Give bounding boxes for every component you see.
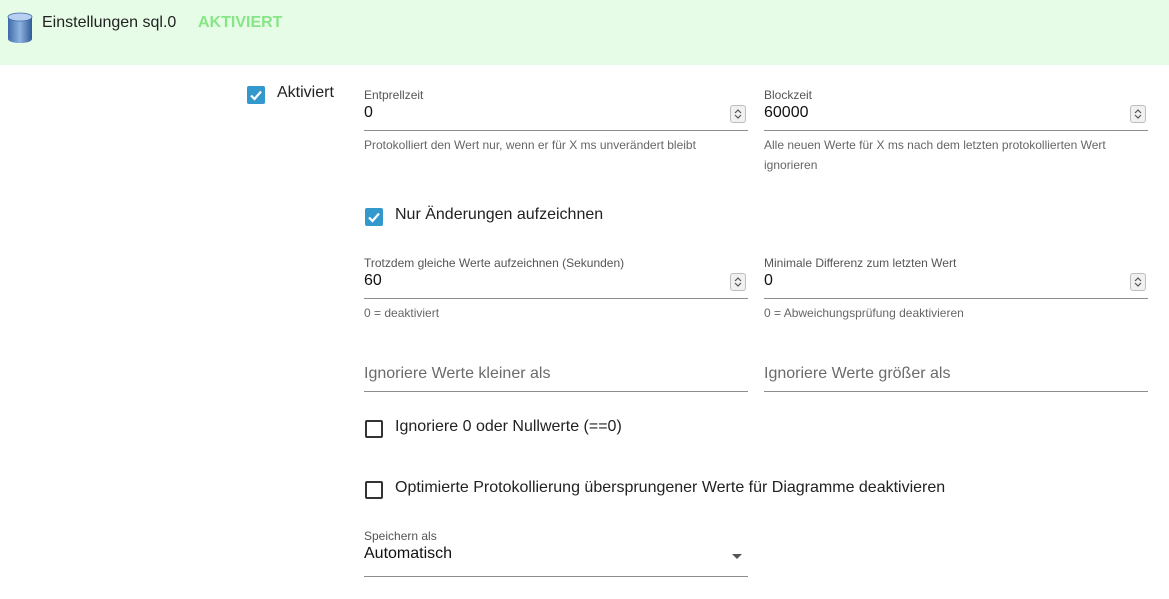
- same-values-input[interactable]: 60: [364, 272, 382, 290]
- enabled-checkbox[interactable]: [247, 86, 265, 104]
- spinner-arrows-icon: [734, 109, 742, 119]
- ignore-zero-label: Ignoriere 0 oder Nullwerte (==0): [395, 418, 622, 435]
- min-diff-spinner[interactable]: [1130, 273, 1146, 291]
- changes-only-label: Nur Änderungen aufzeichnen: [395, 206, 604, 223]
- ignore-zero-checkbox[interactable]: [365, 420, 383, 438]
- spinner-arrows-icon: [734, 277, 742, 287]
- blocktime-spinner[interactable]: [1130, 105, 1146, 123]
- dropdown-arrow-icon: [732, 554, 742, 559]
- same-values-underline: [364, 298, 748, 299]
- debounce-helper: Protokolliert den Wert nur, wenn er für …: [364, 138, 696, 152]
- min-diff-input[interactable]: 0: [764, 272, 773, 290]
- min-diff-label: Minimale Differenz zum letzten Wert: [764, 256, 957, 270]
- ignore-below-underline: [364, 391, 748, 392]
- debounce-underline: [364, 130, 748, 131]
- spinner-arrows-icon: [1134, 277, 1142, 287]
- settings-header: Einstellungen sql.0 AKTIVIERT: [0, 0, 1169, 65]
- blocktime-underline: [764, 130, 1148, 131]
- disable-optimized-label: Optimierte Protokollierung übersprungene…: [395, 479, 946, 496]
- same-values-spinner[interactable]: [730, 273, 746, 291]
- debounce-label: Entprellzeit: [364, 88, 424, 102]
- store-as-label: Speichern als: [364, 529, 437, 543]
- status-badge: AKTIVIERT: [198, 14, 283, 31]
- blocktime-input[interactable]: 60000: [764, 104, 809, 122]
- blocktime-helper: Alle neuen Werte für X ms nach dem letzt…: [764, 138, 1106, 172]
- ignore-above-placeholder: Ignoriere Werte größer als: [764, 365, 951, 382]
- checkmark-icon: [250, 90, 262, 101]
- min-diff-helper: 0 = Abweichungsprüfung deaktivieren: [764, 306, 964, 320]
- blocktime-label: Blockzeit: [764, 88, 813, 102]
- debounce-input[interactable]: 0: [364, 104, 373, 122]
- ignore-above-underline: [764, 391, 1148, 392]
- ignore-below-placeholder: Ignoriere Werte kleiner als: [364, 365, 551, 382]
- debounce-spinner[interactable]: [730, 105, 746, 123]
- disable-optimized-checkbox[interactable]: [365, 481, 383, 499]
- same-values-helper: 0 = deaktiviert: [364, 306, 440, 320]
- store-as-value: Automatisch: [364, 545, 453, 562]
- enabled-label: Aktiviert: [277, 84, 334, 101]
- spinner-arrows-icon: [1134, 109, 1142, 119]
- same-values-label: Trotzdem gleiche Werte aufzeichnen (Seku…: [364, 256, 625, 270]
- min-diff-underline: [764, 298, 1148, 299]
- changes-only-checkbox[interactable]: [365, 208, 383, 226]
- settings-title: Einstellungen sql.0: [42, 14, 177, 31]
- database-icon: [7, 12, 33, 43]
- checkmark-icon: [368, 212, 380, 223]
- store-as-underline: [364, 576, 748, 577]
